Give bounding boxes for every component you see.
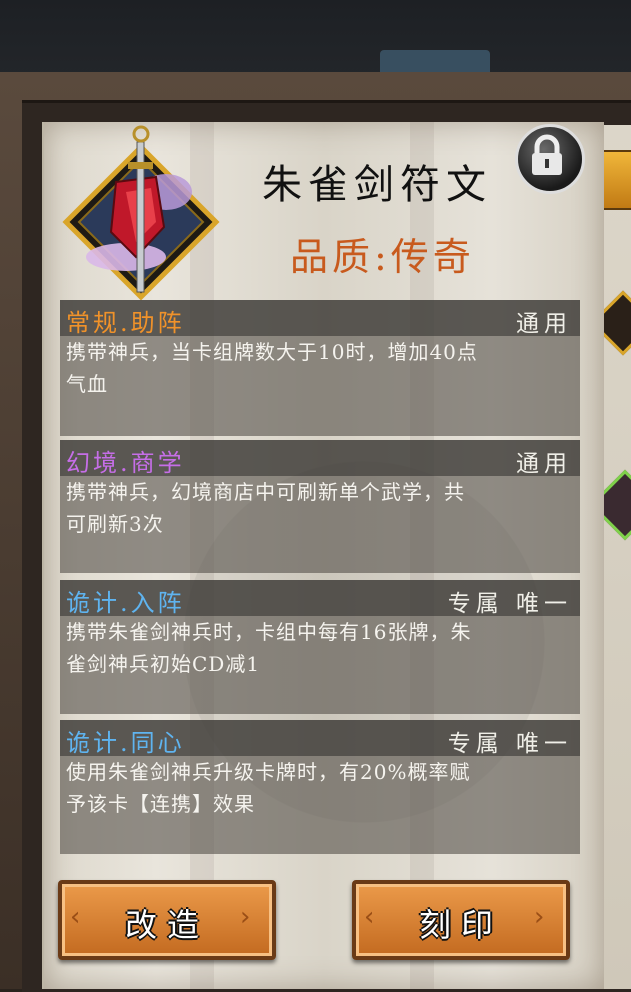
lock-button[interactable] <box>515 124 585 194</box>
skill-description: 携带朱雀剑神兵时，卡组中每有16张牌，朱 雀剑神兵初始CD减1 <box>60 616 580 714</box>
skill-desc-line: 气血 <box>66 372 108 396</box>
skill-desc-line: 携带神兵，幻境商店中可刷新单个武学，共 <box>66 480 465 504</box>
skill-header: 诡计.同心 专属 唯一 <box>60 720 580 757</box>
skill-description: 使用朱雀剑神兵升级卡牌时，有20%概率赋 予该卡【连携】效果 <box>60 756 580 854</box>
skill-desc-line: 携带朱雀剑神兵时，卡组中每有16张牌，朱 <box>66 620 472 644</box>
lock-icon <box>532 134 562 175</box>
skill-header: 幻境.商学 通用 <box>60 440 580 477</box>
skill-name: 常规.助阵 <box>66 309 185 337</box>
skill-block: 常规.助阵 通用 携带神兵，当卡组牌数大于10时，增加40点 气血 <box>60 300 580 436</box>
rune-quality: 品质:传奇 <box>290 235 475 279</box>
skill-tag: 通用 <box>516 311 572 337</box>
skill-header: 诡计.入阵 专属 唯一 <box>60 580 580 617</box>
modify-button[interactable]: ‹ 改造 › <box>58 880 276 960</box>
skill-name: 幻境.商学 <box>66 449 185 477</box>
skill-name: 诡计.入阵 <box>66 589 185 617</box>
skill-desc-line: 携带神兵，当卡组牌数大于10时，增加40点 <box>66 340 478 364</box>
top-bar <box>0 0 631 78</box>
skill-desc-line: 可刷新3次 <box>66 512 164 536</box>
sword-gem-emblem-icon <box>62 125 220 301</box>
skill-description: 携带神兵，当卡组牌数大于10时，增加40点 气血 <box>60 336 580 436</box>
chevron-right-icon: › <box>534 902 545 932</box>
skill-tag: 专属 唯一 <box>447 591 572 617</box>
skill-name: 诡计.同心 <box>66 729 185 757</box>
skill-description: 携带神兵，幻境商店中可刷新单个武学，共 可刷新3次 <box>60 476 580 573</box>
skill-block: 幻境.商学 通用 携带神兵，幻境商店中可刷新单个武学，共 可刷新3次 <box>60 440 580 573</box>
chevron-right-icon: › <box>240 902 251 932</box>
skill-desc-line: 使用朱雀剑神兵升级卡牌时，有20%概率赋 <box>66 760 471 784</box>
skill-header: 常规.助阵 通用 <box>60 300 580 337</box>
rune-title: 朱雀剑符文 <box>262 162 492 208</box>
skill-tag: 专属 唯一 <box>447 731 572 757</box>
engrave-button[interactable]: ‹ 刻印 › <box>352 880 570 960</box>
skill-desc-line: 雀剑神兵初始CD减1 <box>66 652 261 676</box>
skill-block: 诡计.同心 专属 唯一 使用朱雀剑神兵升级卡牌时，有20%概率赋 予该卡【连携】… <box>60 720 580 854</box>
skill-desc-line: 予该卡【连携】效果 <box>66 792 255 816</box>
skill-tag: 通用 <box>516 451 572 477</box>
skill-block: 诡计.入阵 专属 唯一 携带朱雀剑神兵时，卡组中每有16张牌，朱 雀剑神兵初始C… <box>60 580 580 714</box>
